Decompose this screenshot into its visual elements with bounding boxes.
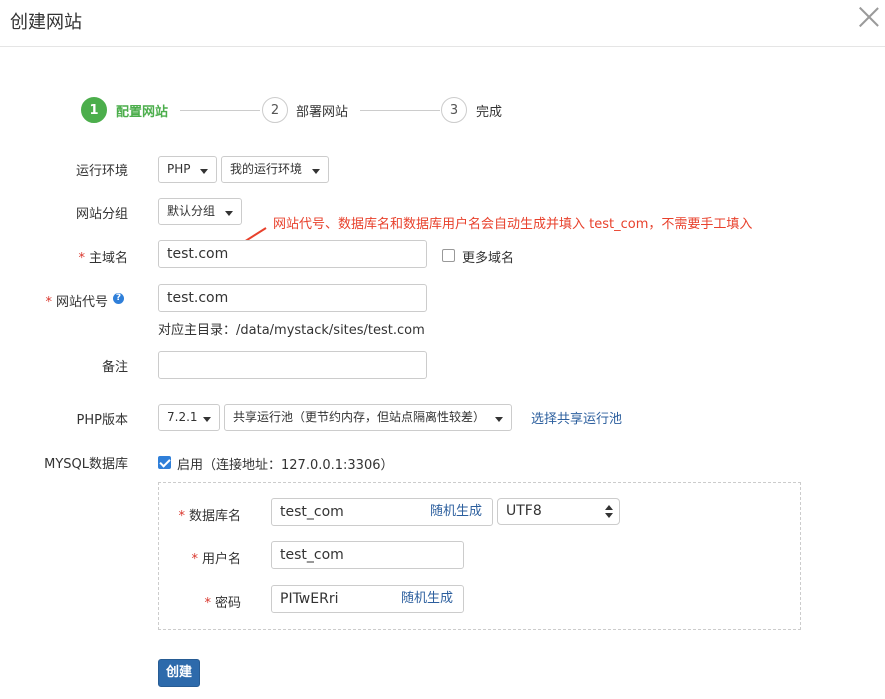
more-domains-checkbox[interactable] <box>442 249 455 262</box>
dialog-header: 创建网站 <box>0 0 885 47</box>
runtime-env-select-value: 我的运行环境 <box>230 162 303 176</box>
site-code-input-value: test.com <box>167 290 229 306</box>
run-pool-select[interactable]: 共享运行池（更节约内存，但站点隔离性较差） <box>224 404 512 431</box>
create-button[interactable]: 创建 <box>158 659 200 687</box>
step-2-label: 部署网站 <box>296 105 349 120</box>
code-label-text: 网站代号 <box>55 295 108 310</box>
close-icon[interactable] <box>858 6 880 28</box>
caret-down-icon <box>203 417 211 422</box>
charset-select[interactable]: UTF8 <box>497 498 620 525</box>
php-version-select-value: 7.2.1 <box>167 410 198 424</box>
note-label: 备注 <box>101 360 128 375</box>
step-connector <box>360 110 440 111</box>
db-name-input[interactable]: test_com 随机生成 <box>271 498 493 526</box>
site-code-input[interactable]: test.com <box>158 284 427 312</box>
caret-down-icon <box>495 417 503 422</box>
runtime-select[interactable]: PHP <box>158 156 217 183</box>
more-domains-label: 更多域名 <box>462 251 515 266</box>
dialog-title: 创建网站 <box>10 12 82 33</box>
mysql-label: MYSQL数据库 <box>44 457 128 472</box>
db-password-label: * 密码 <box>170 592 241 611</box>
mysql-enable-checkbox[interactable] <box>158 456 171 469</box>
db-name-input-value: test_com <box>280 504 344 520</box>
db-password-input-value: PITwERri <box>280 591 339 607</box>
db-name-random-button[interactable]: 随机生成 <box>430 499 482 525</box>
required-mark: * <box>45 295 52 310</box>
domain-label-text: 主域名 <box>88 251 128 266</box>
db-name-label: * 数据库名 <box>170 505 241 524</box>
required-mark: * <box>178 509 185 524</box>
code-label: * 网站代号 <box>22 291 108 310</box>
step-2-indicator: 2 <box>262 97 288 123</box>
note-input[interactable] <box>158 351 427 379</box>
annotation-note: 网站代号、数据库名和数据库用户名会自动生成并填入 test_com，不需要手工填… <box>273 217 753 232</box>
step-connector <box>180 110 260 111</box>
db-user-input-value: test_com <box>280 547 344 563</box>
php-version-label: PHP版本 <box>76 413 128 428</box>
run-pool-select-value: 共享运行池（更节约内存，但站点隔离性较差） <box>233 410 486 424</box>
help-icon[interactable]: ? <box>113 293 124 304</box>
domain-label: * 主域名 <box>40 247 128 266</box>
root-dir-hint: 对应主目录：/data/mystack/sites/test.com <box>158 323 425 338</box>
group-label: 网站分组 <box>75 207 128 222</box>
domain-input[interactable]: test.com <box>158 240 427 268</box>
caret-down-icon <box>225 211 233 216</box>
db-password-label-text: 密码 <box>214 596 241 611</box>
step-3-indicator: 3 <box>441 97 467 123</box>
required-mark: * <box>78 251 85 266</box>
runtime-label: 运行环境 <box>75 164 128 179</box>
db-name-label-text: 数据库名 <box>188 509 241 524</box>
step-1-label: 配置网站 <box>116 105 169 120</box>
group-select-value: 默认分组 <box>167 204 216 218</box>
caret-down-icon <box>200 169 208 174</box>
select-shared-pool-link[interactable]: 选择共享运行池 <box>531 408 622 427</box>
up-down-arrow-icon <box>605 505 613 519</box>
required-mark: * <box>191 552 198 567</box>
db-user-input[interactable]: test_com <box>271 541 464 569</box>
step-1-indicator: 1 <box>81 97 107 123</box>
runtime-env-select[interactable]: 我的运行环境 <box>221 156 329 183</box>
db-password-input[interactable]: PITwERri 随机生成 <box>271 585 464 613</box>
db-user-label-text: 用户名 <box>201 552 241 567</box>
mysql-enable-label: 启用（连接地址：127.0.0.1:3306） <box>177 458 394 473</box>
db-user-label: * 用户名 <box>170 548 241 567</box>
php-version-select[interactable]: 7.2.1 <box>158 404 220 431</box>
charset-select-value: UTF8 <box>506 503 542 519</box>
caret-down-icon <box>312 169 320 174</box>
db-password-random-button[interactable]: 随机生成 <box>401 586 453 612</box>
domain-input-value: test.com <box>167 246 229 262</box>
required-mark: * <box>204 596 211 611</box>
step-3-label: 完成 <box>476 105 503 120</box>
runtime-select-value: PHP <box>167 162 191 176</box>
group-select[interactable]: 默认分组 <box>158 198 242 225</box>
